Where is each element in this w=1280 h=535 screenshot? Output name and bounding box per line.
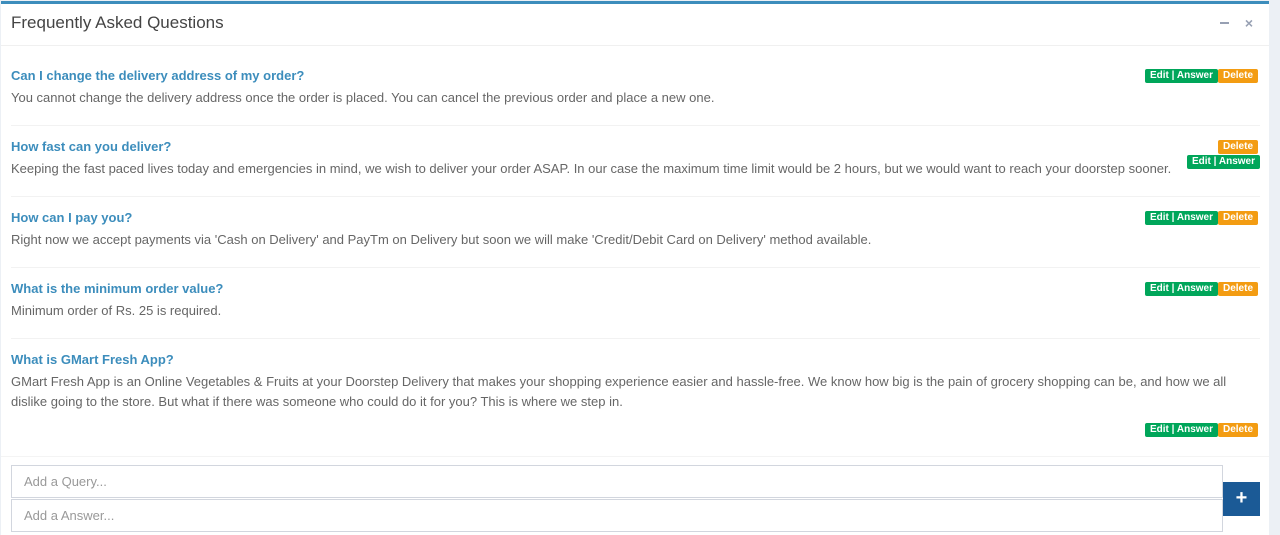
edit-answer-button[interactable]: Edit | Answer (1145, 69, 1218, 83)
answer-input[interactable] (11, 499, 1223, 532)
faq-question: What is GMart Fresh App? (11, 352, 174, 367)
divider (11, 196, 1260, 197)
divider (11, 338, 1260, 339)
divider (11, 125, 1260, 126)
delete-button[interactable]: Delete (1218, 211, 1259, 225)
faq-answer: Minimum order of Rs. 25 is required. (11, 303, 222, 318)
divider (11, 267, 1260, 268)
faq-question: How can I pay you? (11, 210, 133, 225)
faq-panel: Frequently Asked Questions × Can I chang… (1, 1, 1269, 535)
faq-question: Can I change the delivery address of my … (11, 68, 305, 83)
edit-answer-button[interactable]: Edit | Answer (1145, 423, 1218, 437)
delete-button[interactable]: Delete (1218, 282, 1259, 296)
panel-header: Frequently Asked Questions × (1, 4, 1269, 46)
times-icon[interactable]: × (1242, 16, 1256, 30)
delete-button[interactable]: Delete (1218, 423, 1259, 437)
edit-answer-button[interactable]: Edit | Answer (1145, 211, 1218, 225)
faq-answer: Keeping the fast paced lives today and e… (11, 161, 1172, 176)
add-faq-button[interactable]: + (1223, 482, 1260, 516)
plus-icon: + (1235, 487, 1248, 509)
query-input[interactable] (11, 465, 1223, 498)
footer-divider (1, 456, 1269, 457)
faq-question: How fast can you deliver? (11, 139, 172, 154)
minus-icon[interactable] (1217, 16, 1231, 30)
panel-title: Frequently Asked Questions (11, 13, 224, 32)
delete-button[interactable]: Delete (1218, 69, 1259, 83)
faq-answer: Right now we accept payments via 'Cash o… (11, 232, 872, 247)
faq-answer: You cannot change the delivery address o… (11, 90, 715, 105)
edit-answer-button[interactable]: Edit | Answer (1187, 155, 1260, 169)
faq-question: What is the minimum order value? (11, 281, 224, 296)
faq-answer: GMart Fresh App is an Online Vegetables … (11, 374, 1227, 409)
delete-button[interactable]: Delete (1218, 140, 1259, 154)
edit-answer-button[interactable]: Edit | Answer (1145, 282, 1218, 296)
